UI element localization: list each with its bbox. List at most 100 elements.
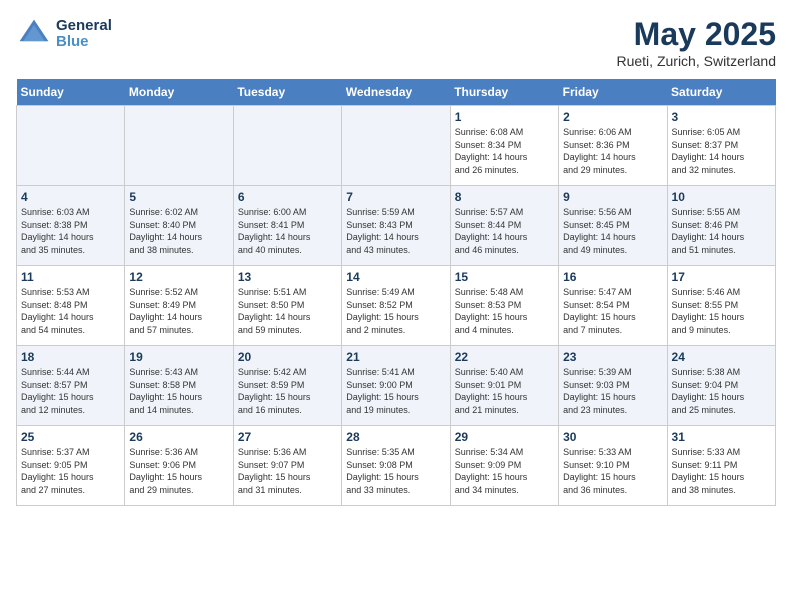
day-info: Sunrise: 5:48 AM Sunset: 8:53 PM Dayligh… <box>455 286 554 336</box>
day-number: 15 <box>455 270 554 284</box>
day-number: 18 <box>21 350 120 364</box>
day-info: Sunrise: 5:36 AM Sunset: 9:07 PM Dayligh… <box>238 446 337 496</box>
day-info: Sunrise: 5:36 AM Sunset: 9:06 PM Dayligh… <box>129 446 228 496</box>
day-info: Sunrise: 5:40 AM Sunset: 9:01 PM Dayligh… <box>455 366 554 416</box>
day-info: Sunrise: 5:46 AM Sunset: 8:55 PM Dayligh… <box>672 286 771 336</box>
day-info: Sunrise: 6:02 AM Sunset: 8:40 PM Dayligh… <box>129 206 228 256</box>
calendar-cell <box>17 106 125 186</box>
logo: General Blue <box>16 16 112 52</box>
day-number: 14 <box>346 270 445 284</box>
calendar-cell: 20 Sunrise: 5:42 AM Sunset: 8:59 PM Dayli… <box>233 346 341 426</box>
day-info: Sunrise: 5:51 AM Sunset: 8:50 PM Dayligh… <box>238 286 337 336</box>
day-info: Sunrise: 6:03 AM Sunset: 8:38 PM Dayligh… <box>21 206 120 256</box>
week-row-3: 11Sunrise: 5:53 AM Sunset: 8:48 PM Dayli… <box>17 266 776 346</box>
day-number: 31 <box>672 430 771 444</box>
day-number: 7 <box>346 190 445 204</box>
calendar-cell: 28Sunrise: 5:35 AM Sunset: 9:08 PM Dayli… <box>342 426 450 506</box>
calendar-cell: 15 Sunrise: 5:48 AM Sunset: 8:53 PM Dayli… <box>450 266 558 346</box>
calendar-cell: 10Sunrise: 5:55 AM Sunset: 8:46 PM Dayli… <box>667 186 775 266</box>
calendar-cell: 14Sunrise: 5:49 AM Sunset: 8:52 PM Dayli… <box>342 266 450 346</box>
calendar-cell: 8Sunrise: 5:57 AM Sunset: 8:44 PM Daylig… <box>450 186 558 266</box>
logo-line2: Blue <box>56 34 112 51</box>
day-info: Sunrise: 5:38 AM Sunset: 9:04 PM Dayligh… <box>672 366 771 416</box>
day-info: Sunrise: 6:00 AM Sunset: 8:41 PM Dayligh… <box>238 206 337 256</box>
day-header-friday: Friday <box>559 79 667 106</box>
day-number: 5 <box>129 190 228 204</box>
calendar-cell: 19 Sunrise: 5:43 AM Sunset: 8:58 PM Dayli… <box>125 346 233 426</box>
calendar-cell <box>233 106 341 186</box>
day-number: 17 <box>672 270 771 284</box>
calendar-cell: 18Sunrise: 5:44 AM Sunset: 8:57 PM Dayli… <box>17 346 125 426</box>
day-number: 28 <box>346 430 445 444</box>
calendar-cell: 1 Sunrise: 6:08 AM Sunset: 8:34 PM Daylig… <box>450 106 558 186</box>
header: General Blue May 2025 Rueti, Zurich, Swi… <box>16 16 776 69</box>
calendar-cell: 4 Sunrise: 6:03 AM Sunset: 8:38 PM Daylig… <box>17 186 125 266</box>
calendar-cell: 29 Sunrise: 5:34 AM Sunset: 9:09 PM Dayli… <box>450 426 558 506</box>
day-header-saturday: Saturday <box>667 79 775 106</box>
day-info: Sunrise: 5:47 AM Sunset: 8:54 PM Dayligh… <box>563 286 662 336</box>
day-info: Sunrise: 5:37 AM Sunset: 9:05 PM Dayligh… <box>21 446 120 496</box>
day-info: Sunrise: 5:52 AM Sunset: 8:49 PM Dayligh… <box>129 286 228 336</box>
day-number: 13 <box>238 270 337 284</box>
calendar-cell: 2Sunrise: 6:06 AM Sunset: 8:36 PM Daylig… <box>559 106 667 186</box>
day-number: 24 <box>672 350 771 364</box>
day-info: Sunrise: 6:08 AM Sunset: 8:34 PM Dayligh… <box>455 126 554 176</box>
day-number: 19 <box>129 350 228 364</box>
day-info: Sunrise: 5:59 AM Sunset: 8:43 PM Dayligh… <box>346 206 445 256</box>
day-number: 20 <box>238 350 337 364</box>
calendar-table: SundayMondayTuesdayWednesdayThursdayFrid… <box>16 79 776 506</box>
month-title: May 2025 <box>616 16 776 53</box>
day-number: 27 <box>238 430 337 444</box>
calendar-cell: 12 Sunrise: 5:52 AM Sunset: 8:49 PM Dayli… <box>125 266 233 346</box>
day-info: Sunrise: 5:34 AM Sunset: 9:09 PM Dayligh… <box>455 446 554 496</box>
calendar-cell: 7 Sunrise: 5:59 AM Sunset: 8:43 PM Daylig… <box>342 186 450 266</box>
day-number: 26 <box>129 430 228 444</box>
day-number: 3 <box>672 110 771 124</box>
day-info: Sunrise: 5:39 AM Sunset: 9:03 PM Dayligh… <box>563 366 662 416</box>
location-title: Rueti, Zurich, Switzerland <box>616 53 776 69</box>
calendar-cell: 27 Sunrise: 5:36 AM Sunset: 9:07 PM Dayli… <box>233 426 341 506</box>
week-row-1: 1 Sunrise: 6:08 AM Sunset: 8:34 PM Daylig… <box>17 106 776 186</box>
day-number: 23 <box>563 350 662 364</box>
logo-icon <box>16 16 52 52</box>
header-row: SundayMondayTuesdayWednesdayThursdayFrid… <box>17 79 776 106</box>
day-number: 30 <box>563 430 662 444</box>
calendar-cell: 11Sunrise: 5:53 AM Sunset: 8:48 PM Dayli… <box>17 266 125 346</box>
week-row-4: 18Sunrise: 5:44 AM Sunset: 8:57 PM Dayli… <box>17 346 776 426</box>
day-info: Sunrise: 6:06 AM Sunset: 8:36 PM Dayligh… <box>563 126 662 176</box>
day-info: Sunrise: 5:56 AM Sunset: 8:45 PM Dayligh… <box>563 206 662 256</box>
day-number: 12 <box>129 270 228 284</box>
day-number: 1 <box>455 110 554 124</box>
day-header-monday: Monday <box>125 79 233 106</box>
day-number: 16 <box>563 270 662 284</box>
calendar-cell: 31 Sunrise: 5:33 AM Sunset: 9:11 PM Dayli… <box>667 426 775 506</box>
week-row-5: 25Sunrise: 5:37 AM Sunset: 9:05 PM Dayli… <box>17 426 776 506</box>
calendar-cell: 6 Sunrise: 6:00 AM Sunset: 8:41 PM Daylig… <box>233 186 341 266</box>
day-info: Sunrise: 6:05 AM Sunset: 8:37 PM Dayligh… <box>672 126 771 176</box>
day-header-sunday: Sunday <box>17 79 125 106</box>
day-info: Sunrise: 5:42 AM Sunset: 8:59 PM Dayligh… <box>238 366 337 416</box>
calendar-cell: 22Sunrise: 5:40 AM Sunset: 9:01 PM Dayli… <box>450 346 558 426</box>
calendar-cell: 25Sunrise: 5:37 AM Sunset: 9:05 PM Dayli… <box>17 426 125 506</box>
calendar-cell: 17 Sunrise: 5:46 AM Sunset: 8:55 PM Dayli… <box>667 266 775 346</box>
calendar-cell <box>125 106 233 186</box>
day-info: Sunrise: 5:43 AM Sunset: 8:58 PM Dayligh… <box>129 366 228 416</box>
day-info: Sunrise: 5:41 AM Sunset: 9:00 PM Dayligh… <box>346 366 445 416</box>
day-info: Sunrise: 5:57 AM Sunset: 8:44 PM Dayligh… <box>455 206 554 256</box>
day-info: Sunrise: 5:55 AM Sunset: 8:46 PM Dayligh… <box>672 206 771 256</box>
calendar-cell: 5 Sunrise: 6:02 AM Sunset: 8:40 PM Daylig… <box>125 186 233 266</box>
day-info: Sunrise: 5:33 AM Sunset: 9:11 PM Dayligh… <box>672 446 771 496</box>
calendar-cell: 3 Sunrise: 6:05 AM Sunset: 8:37 PM Daylig… <box>667 106 775 186</box>
day-info: Sunrise: 5:33 AM Sunset: 9:10 PM Dayligh… <box>563 446 662 496</box>
calendar-cell: 13 Sunrise: 5:51 AM Sunset: 8:50 PM Dayli… <box>233 266 341 346</box>
calendar-cell: 23 Sunrise: 5:39 AM Sunset: 9:03 PM Dayli… <box>559 346 667 426</box>
day-header-thursday: Thursday <box>450 79 558 106</box>
day-header-wednesday: Wednesday <box>342 79 450 106</box>
day-number: 29 <box>455 430 554 444</box>
day-number: 4 <box>21 190 120 204</box>
day-number: 6 <box>238 190 337 204</box>
day-number: 21 <box>346 350 445 364</box>
calendar-cell: 16 Sunrise: 5:47 AM Sunset: 8:54 PM Dayli… <box>559 266 667 346</box>
calendar-cell: 24 Sunrise: 5:38 AM Sunset: 9:04 PM Dayli… <box>667 346 775 426</box>
logo-line1: General <box>56 18 112 35</box>
